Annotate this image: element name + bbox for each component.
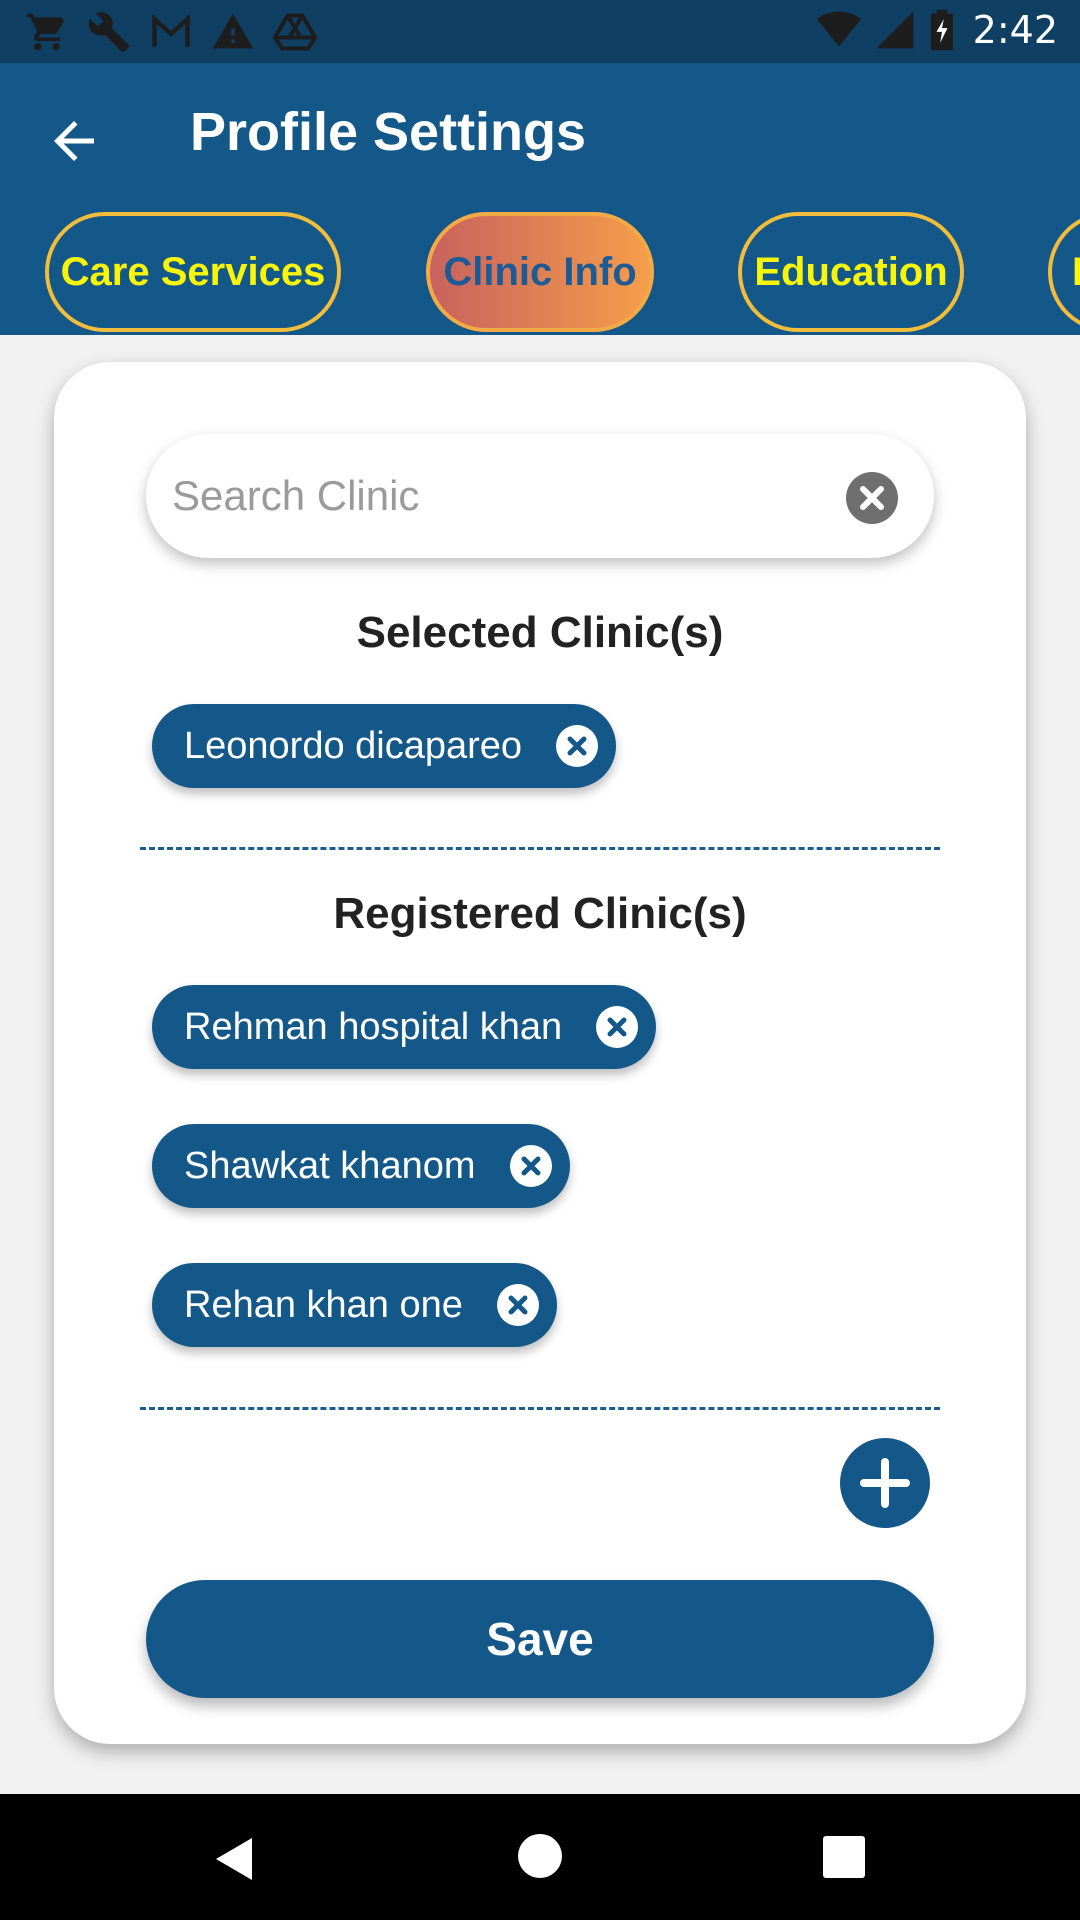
remove-clinic-button[interactable] <box>509 1145 552 1187</box>
app-bar: Profile Settings Care Services Clinic In… <box>0 63 1080 335</box>
notification-icons <box>24 10 318 54</box>
selected-clinic-chip: Leonordo dicapareo <box>152 704 617 788</box>
close-icon <box>860 486 884 510</box>
gmail-icon <box>148 10 194 54</box>
tab-partial[interactable]: E <box>1048 212 1080 332</box>
tab-bar: Care Services Clinic Info Education E <box>0 210 1080 335</box>
chip-label: Rehan khan one <box>184 1283 463 1326</box>
nav-back-icon[interactable] <box>214 1836 256 1882</box>
save-button[interactable]: Save <box>146 1580 934 1698</box>
selected-clinics-title: Selected Clinic(s) <box>356 608 724 657</box>
tab-education[interactable]: Education <box>738 212 964 332</box>
nav-recents-icon[interactable] <box>823 1836 865 1878</box>
battery-icon <box>930 9 953 51</box>
clock: 2:42 <box>972 8 1058 52</box>
tab-care-services[interactable]: Care Services <box>45 212 341 332</box>
remove-clinic-button[interactable] <box>496 1284 539 1326</box>
chip-label: Leonordo dicapareo <box>184 724 523 767</box>
nav-home-icon[interactable] <box>518 1834 562 1878</box>
search-input[interactable] <box>172 464 812 528</box>
system-nav-bar <box>0 1794 1080 1920</box>
close-icon <box>508 1295 528 1315</box>
signal-icon <box>876 11 913 49</box>
remove-clinic-button[interactable] <box>556 725 599 767</box>
divider <box>140 1407 940 1410</box>
clear-search-button[interactable] <box>846 472 898 524</box>
remove-clinic-button[interactable] <box>596 1006 639 1048</box>
search-bar <box>146 434 934 558</box>
wifi-icon <box>816 11 861 47</box>
cart-icon <box>24 10 70 54</box>
registered-clinic-chip: Shawkat khanom <box>152 1124 570 1208</box>
status-bar: 2:42 <box>0 0 1080 63</box>
arrow-left-icon[interactable] <box>44 111 104 171</box>
clinic-info-card: Selected Clinic(s) Leonordo dicapareo Re… <box>54 362 1026 1744</box>
divider <box>140 847 940 850</box>
close-icon <box>521 1156 540 1176</box>
drive-icon <box>272 10 318 54</box>
warning-icon <box>210 10 256 54</box>
close-icon <box>607 1017 627 1037</box>
tab-clinic-info[interactable]: Clinic Info <box>426 212 654 332</box>
close-icon <box>567 736 587 756</box>
registered-clinics-title: Registered Clinic(s) <box>333 889 747 938</box>
plus-icon <box>860 1458 910 1508</box>
registered-clinic-chip: Rehman hospital khan <box>152 985 657 1069</box>
system-icons: 2:42 <box>815 8 1058 52</box>
page-title: Profile Settings <box>190 102 587 162</box>
chip-label: Shawkat khanom <box>184 1144 476 1187</box>
wrench-icon <box>86 10 132 54</box>
registered-clinic-chip: Rehan khan one <box>152 1263 557 1347</box>
chip-label: Rehman hospital khan <box>184 1005 563 1048</box>
add-clinic-button[interactable] <box>840 1438 930 1528</box>
